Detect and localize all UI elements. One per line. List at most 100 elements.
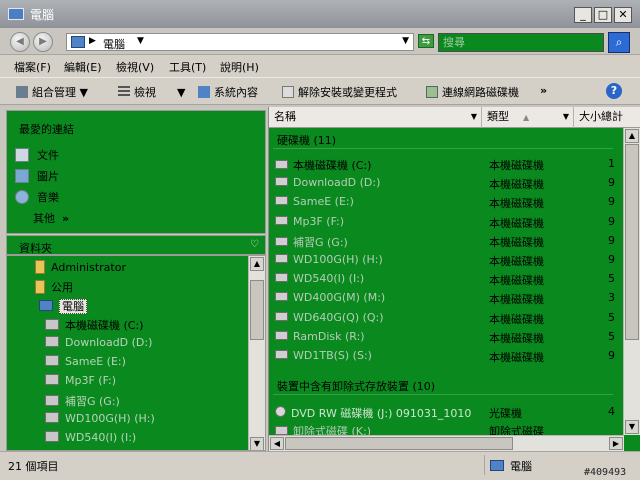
address-dropdown-icon[interactable]: ▼ bbox=[402, 36, 409, 46]
tree-item[interactable]: Administrator bbox=[35, 260, 126, 274]
system-properties-icon bbox=[198, 86, 210, 98]
address-box[interactable]: ▶ 電腦 ▼ ▼ bbox=[66, 33, 414, 51]
list-item-type: 本機磁碟機 bbox=[489, 178, 544, 192]
tree-item[interactable]: WD540(I) (I:) bbox=[45, 431, 136, 444]
close-button[interactable]: ✕ bbox=[614, 7, 632, 23]
menu-file[interactable]: 檔案(F) bbox=[14, 59, 51, 75]
vertical-scrollbar[interactable]: ▲ ▼ bbox=[623, 128, 640, 435]
tree-scrollbar[interactable]: ▲ ▼ bbox=[248, 256, 265, 450]
removable-disk-icon bbox=[275, 426, 288, 435]
list-item-size: 5 bbox=[608, 310, 615, 324]
status-location: 電腦 bbox=[490, 458, 532, 474]
chevron-down-icon[interactable]: ▼ bbox=[563, 107, 569, 127]
list-item[interactable]: Mp3F (F:) 本機磁碟機 9 bbox=[269, 213, 619, 232]
scroll-thumb[interactable] bbox=[250, 280, 264, 340]
list-item[interactable]: DownloadD (D:) 本機磁碟機 9 bbox=[269, 174, 619, 193]
minimize-button[interactable]: _ bbox=[574, 7, 592, 23]
more-tools-button[interactable]: » bbox=[540, 84, 547, 97]
menu-tools[interactable]: 工具(T) bbox=[169, 59, 206, 75]
address-bar: ◀ ▶ ▶ 電腦 ▼ ▼ ⇆ 搜尋 ⌕ bbox=[0, 28, 640, 55]
system-properties-button[interactable]: 系統內容 bbox=[198, 84, 258, 100]
column-size[interactable]: 大小總計 bbox=[574, 107, 640, 128]
favorite-music[interactable]: 音樂 bbox=[15, 189, 59, 205]
tree-item[interactable]: 本機磁碟機 (C:) bbox=[45, 317, 143, 333]
tree-item-computer[interactable]: 電腦 bbox=[39, 298, 87, 314]
folders-header[interactable]: 資料夾 ♡ bbox=[6, 235, 266, 255]
favorite-more[interactable]: 其他 » bbox=[33, 210, 69, 226]
back-button[interactable]: ◀ bbox=[10, 32, 30, 52]
views-button[interactable]: 檢視 ▼ bbox=[118, 84, 185, 100]
list-item-type: 本機磁碟機 bbox=[489, 274, 544, 288]
list-item-size: 5 bbox=[608, 329, 615, 343]
scroll-left-arrow-icon[interactable]: ◀ bbox=[270, 437, 284, 450]
tree-item[interactable]: 公用 bbox=[35, 279, 73, 295]
refresh-button[interactable]: ⇆ bbox=[418, 34, 434, 48]
list-item[interactable]: RamDisk (R:) 本機磁碟機 5 bbox=[269, 328, 619, 347]
tree-item[interactable]: DownloadD (D:) bbox=[45, 336, 152, 349]
scroll-down-arrow-icon[interactable]: ▼ bbox=[625, 420, 639, 434]
list-item[interactable]: 本機磁碟機 (C:) 本機磁碟機 1 bbox=[269, 155, 619, 174]
list-item-size: 9 bbox=[608, 176, 615, 190]
window-title: 電腦 bbox=[30, 8, 55, 22]
drive-icon bbox=[275, 350, 288, 359]
uninstall-label: 解除安裝或變更程式 bbox=[298, 86, 397, 99]
list-item-size: 9 bbox=[608, 195, 615, 209]
organize-label: 組合管理 bbox=[32, 86, 76, 99]
tree-item-label: Mp3F (F:) bbox=[65, 374, 117, 387]
menu-view[interactable]: 檢視(V) bbox=[116, 59, 154, 75]
drive-icon bbox=[45, 395, 59, 406]
scroll-up-arrow-icon[interactable]: ▲ bbox=[250, 257, 264, 271]
list-item[interactable]: WD400G(M) (M:) 本機磁碟機 3 bbox=[269, 289, 619, 308]
tree-item-label: SameE (E:) bbox=[65, 355, 126, 368]
scroll-right-arrow-icon[interactable]: ▶ bbox=[609, 437, 623, 450]
list-item-name-text: RamDisk (R:) bbox=[293, 329, 365, 343]
group-header-removable[interactable]: 裝置中含有卸除式存放裝置 (10) bbox=[277, 378, 435, 394]
group-header-hdd[interactable]: 硬碟機 (11) bbox=[277, 132, 336, 148]
drive-icon bbox=[275, 160, 288, 169]
map-drive-label: 連線網路磁碟機 bbox=[442, 86, 519, 99]
column-type[interactable]: 類型 ▲ ▼ bbox=[482, 107, 574, 128]
menu-help[interactable]: 說明(H) bbox=[220, 59, 259, 75]
list-item[interactable]: 卸除式磁碟 (K:) 卸除式磁碟 bbox=[269, 421, 619, 435]
list-item[interactable]: WD100G(H) (H:) 本機磁碟機 9 bbox=[269, 251, 619, 270]
organize-button[interactable]: 組合管理 ▼ bbox=[16, 84, 88, 100]
list-item-size: 3 bbox=[608, 291, 615, 305]
drive-icon bbox=[45, 412, 59, 423]
drive-icon bbox=[275, 311, 288, 321]
horizontal-scrollbar[interactable]: ◀ ▶ bbox=[269, 435, 624, 451]
tree-item[interactable]: SameE (E:) bbox=[45, 355, 126, 368]
address-location[interactable]: 電腦 bbox=[103, 36, 125, 52]
tree-item[interactable]: Mp3F (F:) bbox=[45, 374, 116, 387]
scroll-thumb[interactable] bbox=[285, 437, 513, 450]
list-item[interactable]: WD540(I) (I:) 本機磁碟機 5 bbox=[269, 270, 619, 289]
tree-item[interactable]: WD100G(H) (H:) bbox=[45, 412, 155, 425]
chevron-down-icon[interactable]: ▼ bbox=[137, 36, 144, 46]
list-item[interactable]: WD640G(Q) (Q:) 本機磁碟機 5 bbox=[269, 309, 619, 328]
menu-edit[interactable]: 編輯(E) bbox=[64, 59, 102, 75]
chevron-right-icon[interactable]: ▶ bbox=[89, 36, 96, 46]
search-input[interactable]: 搜尋 bbox=[438, 33, 604, 52]
list-item[interactable]: DVD RW 磁碟機 (J:) 091031_1010 光碟機 4 bbox=[269, 403, 619, 422]
tree-item-label: WD100G(H) (H:) bbox=[65, 412, 155, 425]
scroll-down-arrow-icon[interactable]: ▼ bbox=[250, 437, 264, 450]
maximize-button[interactable]: □ bbox=[594, 7, 612, 23]
scroll-up-arrow-icon[interactable]: ▲ bbox=[625, 129, 639, 143]
favorite-pictures[interactable]: 圖片 bbox=[15, 168, 59, 184]
chevron-down-icon[interactable]: ▼ bbox=[471, 107, 477, 127]
list-item[interactable]: WD1TB(S) (S:) 本機磁碟機 9 bbox=[269, 347, 619, 366]
map-drive-button[interactable]: 連線網路磁碟機 bbox=[426, 84, 519, 100]
tree-item[interactable]: 補習G (G:) bbox=[45, 393, 120, 409]
chevron-down-icon[interactable]: ♡ bbox=[250, 239, 259, 250]
uninstall-button[interactable]: 解除安裝或變更程式 bbox=[282, 84, 397, 100]
list-item-size: 9 bbox=[608, 349, 615, 362]
forward-button[interactable]: ▶ bbox=[33, 32, 53, 52]
column-name[interactable]: 名稱 ▼ bbox=[269, 107, 482, 128]
list-item-name: DVD RW 磁碟機 (J:) 091031_1010 bbox=[275, 405, 471, 421]
status-bar: 21 個項目 電腦 bbox=[0, 451, 640, 480]
help-button[interactable]: ? bbox=[606, 83, 622, 99]
scroll-thumb[interactable] bbox=[625, 144, 639, 340]
search-button[interactable]: ⌕ bbox=[608, 32, 630, 53]
list-item[interactable]: 補習G (G:) 本機磁碟機 9 bbox=[269, 232, 619, 251]
favorite-documents[interactable]: 文件 bbox=[15, 147, 59, 163]
list-item[interactable]: SameE (E:) 本機磁碟機 9 bbox=[269, 193, 619, 212]
